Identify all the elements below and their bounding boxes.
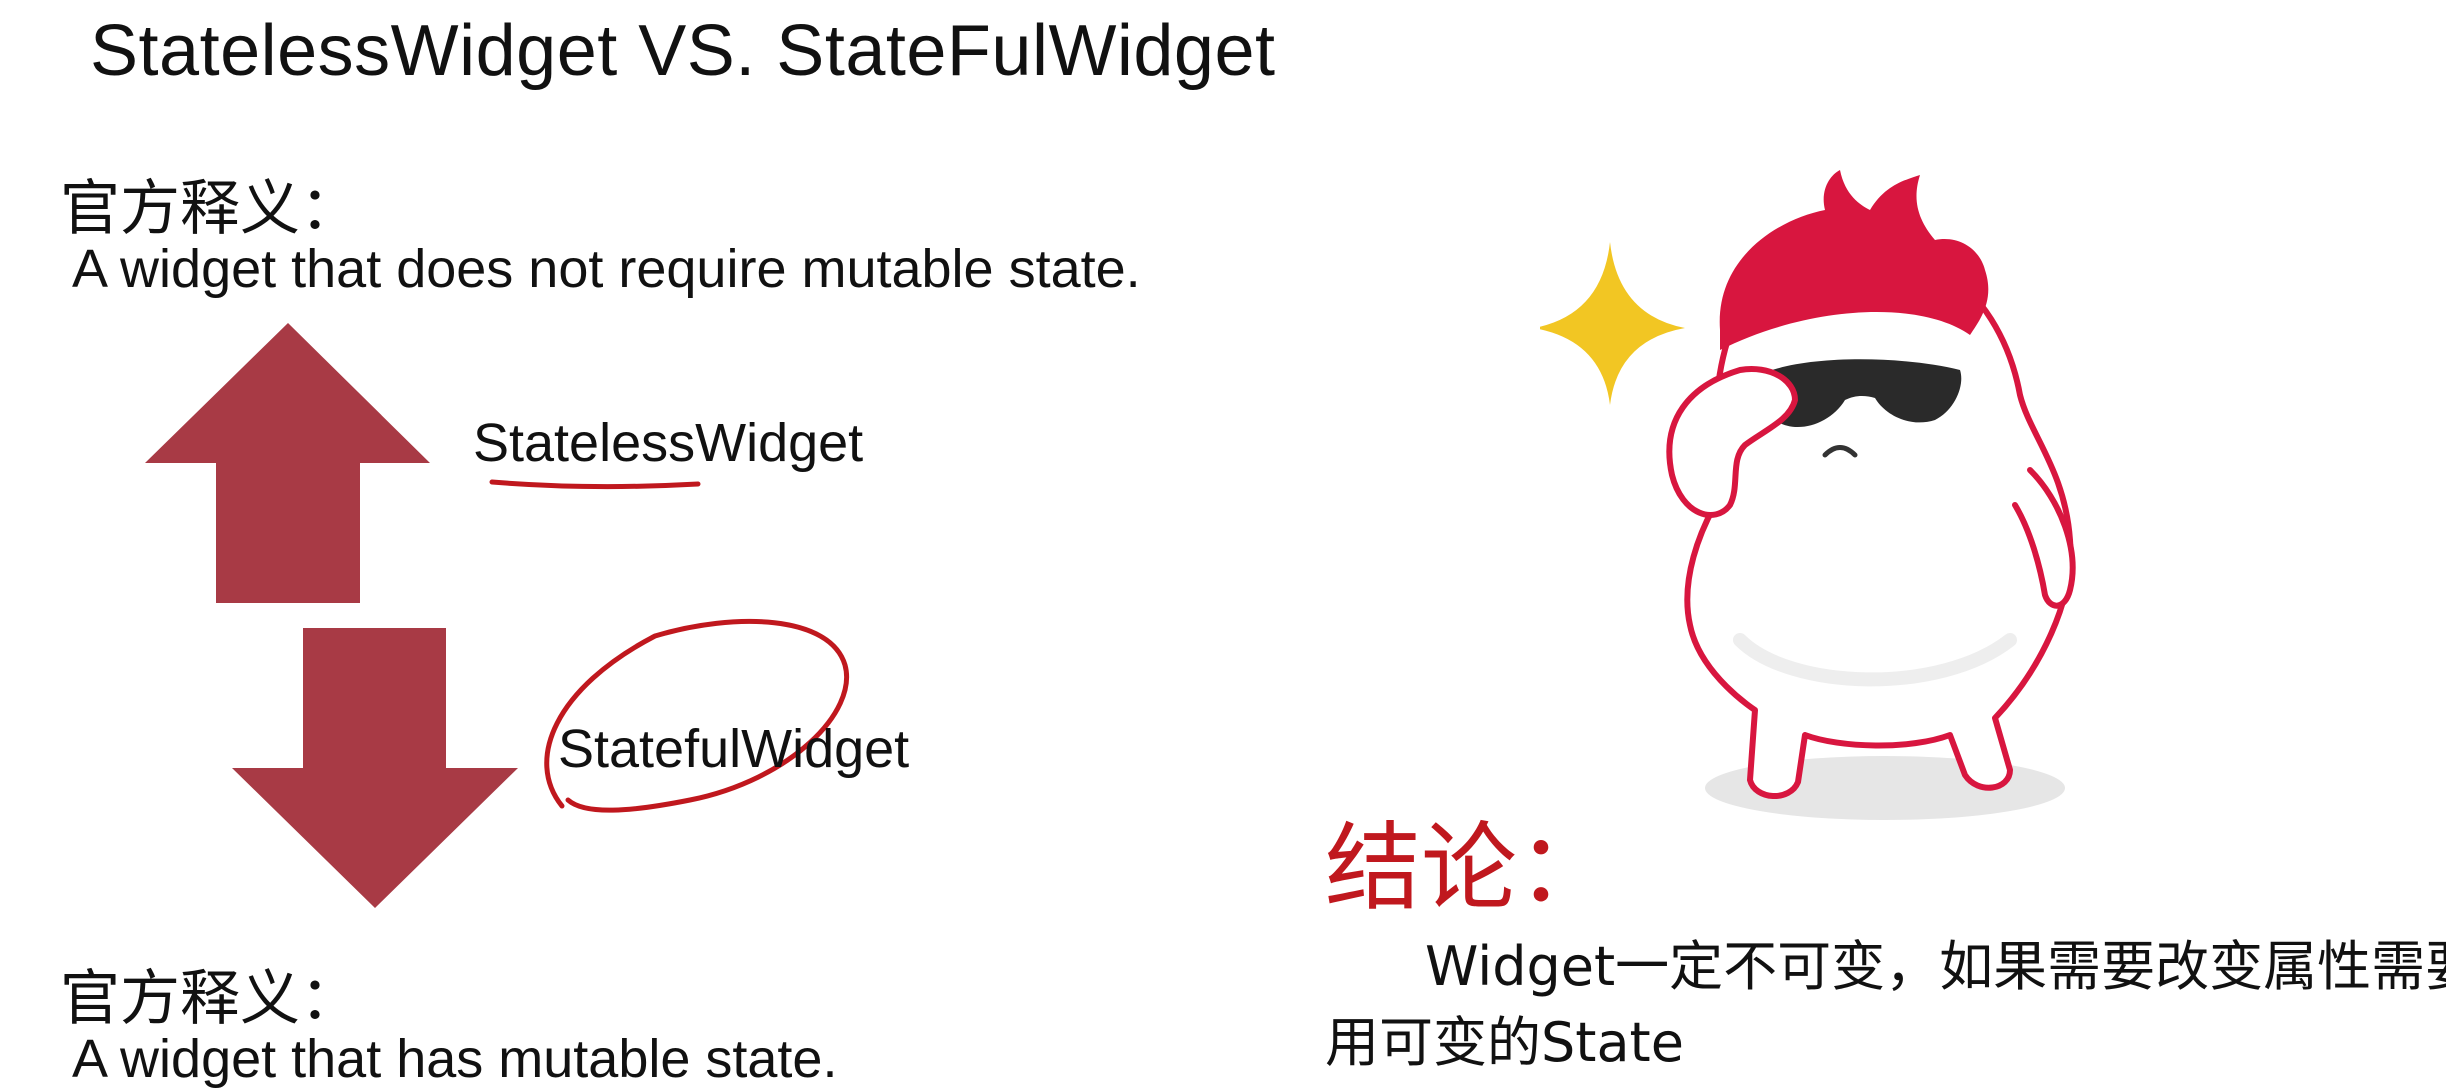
cool-mascot-illustration (1540, 170, 2076, 820)
sparkle-icon (1540, 242, 1685, 405)
arrow-diagram (145, 323, 849, 908)
down-arrow-icon (232, 628, 518, 908)
stateful-definition-heading: 官方释义： (60, 964, 360, 1034)
conclusion-heading: 结论： (1325, 812, 1613, 924)
stateless-underline (489, 479, 701, 490)
conclusion-text-line2: 用可变的State (1325, 1011, 1684, 1074)
stateful-circle-annotation (544, 618, 849, 813)
stateless-widget-label: StatelessWidget (473, 413, 864, 473)
stateful-widget-label: StatefulWidget (558, 719, 910, 779)
up-arrow-icon (145, 323, 430, 603)
stateful-definition-text: A widget that has mutable state. (72, 1029, 838, 1089)
conclusion-text-line1: Widget一定不可变，如果需要改变属性需要 (1425, 935, 2446, 998)
